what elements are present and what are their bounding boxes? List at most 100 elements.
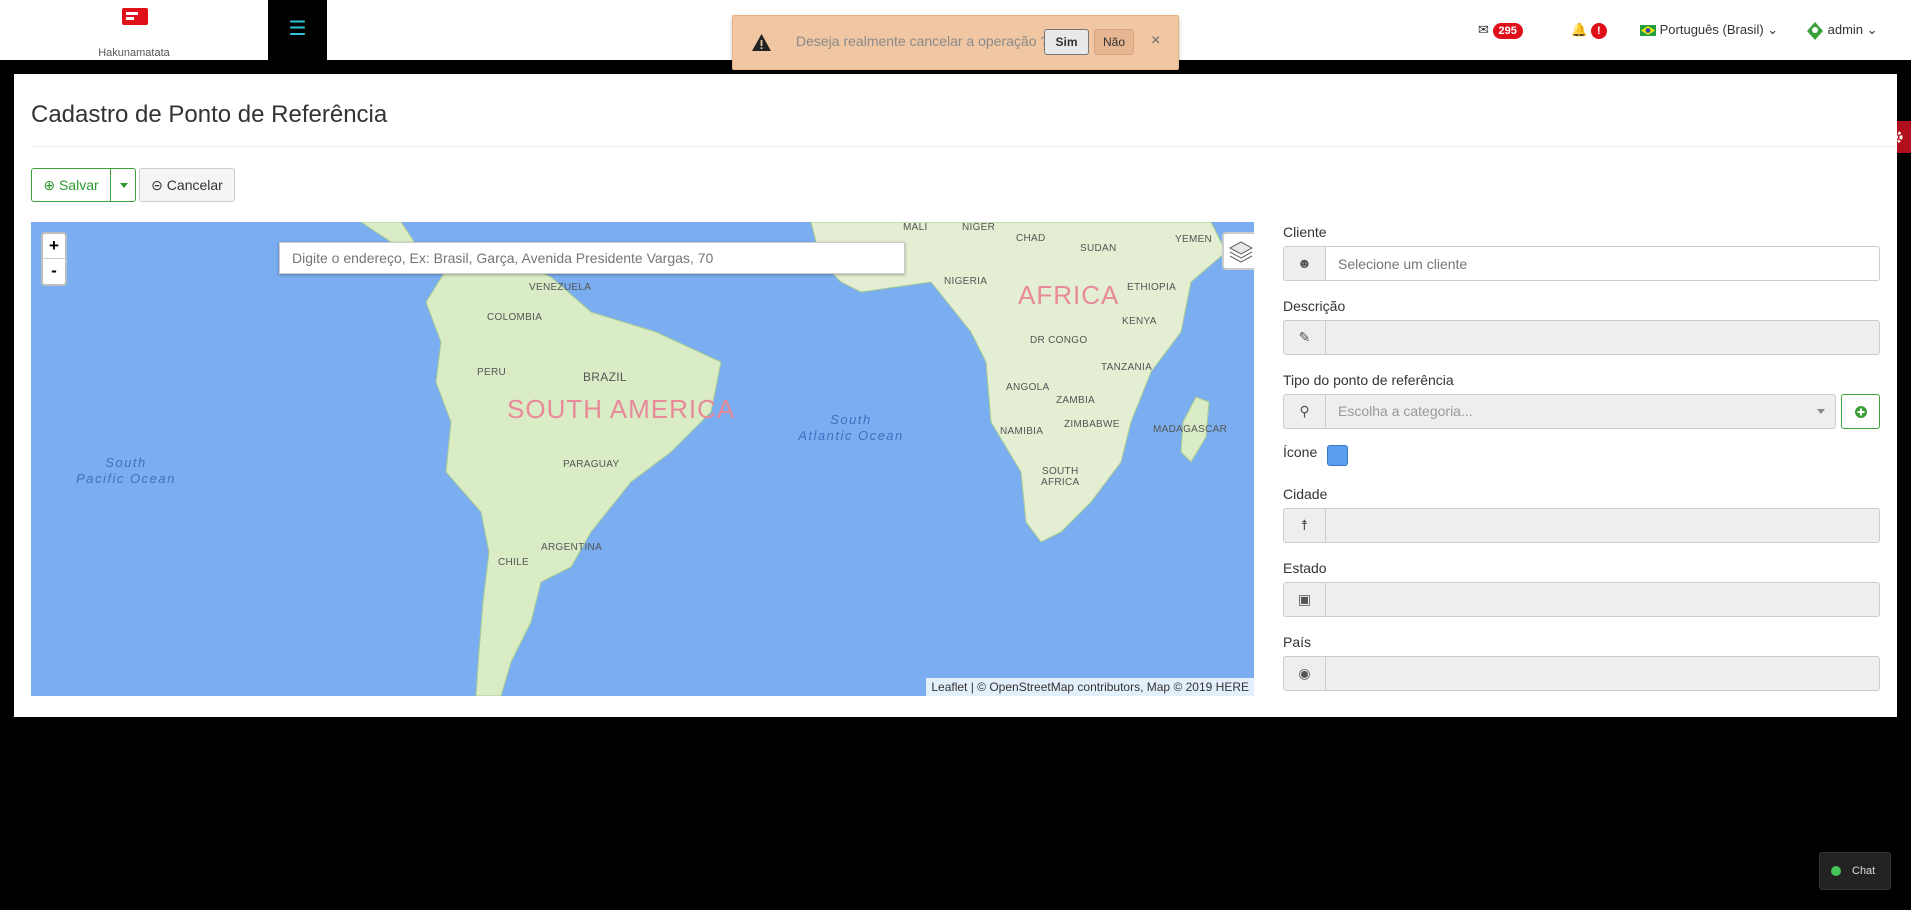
tipo-field: ⚲ Escolha a categoria... — [1283, 394, 1836, 429]
tipo-label: Tipo do ponto de referência — [1283, 372, 1454, 388]
map-label-south-pacific-line1: South — [105, 455, 147, 470]
cliente-input[interactable] — [1325, 246, 1880, 281]
cidade-label: Cidade — [1283, 486, 1328, 502]
edit-icon: ✎ — [1283, 320, 1326, 355]
map-label-paraguay: PARAGUAY — [563, 459, 620, 470]
map-icon: ▣ — [1283, 582, 1326, 617]
confirm-no-button[interactable]: Não — [1094, 29, 1134, 55]
estado-input[interactable] — [1325, 582, 1880, 617]
save-options-dropdown[interactable] — [110, 168, 136, 202]
zoom-out-button[interactable]: - — [43, 259, 65, 284]
tipo-select[interactable]: Escolha a categoria... — [1325, 394, 1836, 429]
map-label-south-america: SOUTH AMERICA — [507, 394, 736, 424]
notifications-badge: ! — [1590, 23, 1607, 39]
layers-icon — [1228, 241, 1254, 263]
cliente-label: Cliente — [1283, 224, 1327, 240]
tipo-select-value: Escolha a categoria... — [1338, 403, 1473, 419]
cidade-input[interactable] — [1325, 508, 1880, 543]
close-icon[interactable]: × — [1151, 32, 1160, 50]
map-label-south-africa: SOUTH AFRICA — [1041, 466, 1079, 488]
user-avatar-icon — [1807, 21, 1823, 40]
minus-circle-icon: ⊝ — [151, 177, 163, 193]
confirm-cancel-toast: Deseja realmente cancelar a operação ? S… — [732, 15, 1179, 70]
language-label: Português (Brasil) — [1659, 22, 1764, 37]
hamburger-icon: ☰ — [288, 18, 307, 40]
online-status-icon — [1831, 866, 1841, 876]
map-address-search-input[interactable] — [279, 242, 905, 274]
map-label-south-atlantic-line1: South — [830, 412, 872, 427]
user-menu[interactable]: admin ⌄ — [1806, 0, 1878, 60]
map-label-south-atlantic-line2: Atlantic Ocean — [798, 428, 904, 443]
messages-count-badge: 295 — [1492, 23, 1523, 39]
save-button[interactable]: ⊕ Salvar — [31, 168, 111, 202]
map-label-angola: ANGOLA — [1006, 382, 1050, 393]
map-label-madagascar: MADAGASCAR — [1153, 424, 1228, 435]
menu-toggle-button[interactable]: ☰ — [268, 0, 327, 60]
map-label-colombia: COLOMBIA — [487, 312, 543, 323]
map-label-mali: MALI — [903, 222, 928, 233]
chevron-down-icon: ⌄ — [1767, 22, 1779, 37]
map-label-dr-congo: DR CONGO — [1030, 335, 1088, 346]
map-label-south-africa-line1: SOUTH — [1041, 466, 1079, 477]
selected-marker-icon[interactable] — [1327, 445, 1348, 466]
map-marker-icon: ⚲ — [1283, 394, 1326, 429]
messages-button[interactable]: ✉ 295 — [1478, 0, 1523, 60]
map-label-south-africa-line2: AFRICA — [1041, 477, 1080, 488]
warning-icon — [752, 34, 771, 51]
plus-circle-icon: ⊕ — [43, 177, 56, 193]
notifications-button[interactable]: 🔔 ! — [1571, 0, 1607, 60]
map-label-argentina: ARGENTINA — [541, 542, 603, 553]
cancel-button[interactable]: ⊝ Cancelar — [139, 168, 235, 202]
descricao-input[interactable] — [1325, 320, 1880, 355]
map-label-africa: AFRICA — [1018, 280, 1120, 310]
add-category-button[interactable] — [1841, 394, 1880, 429]
estado-label: Estado — [1283, 560, 1327, 576]
descricao-field: ✎ — [1283, 320, 1880, 355]
caret-down-icon — [1817, 409, 1825, 414]
confirm-yes-button[interactable]: Sim — [1044, 29, 1089, 55]
divider — [31, 146, 1897, 147]
pais-label: País — [1283, 634, 1312, 650]
descricao-label: Descrição — [1283, 298, 1346, 314]
pais-input[interactable] — [1325, 656, 1880, 691]
brand-name: Hakunamatata — [98, 47, 170, 59]
map-label-chile: CHILE — [498, 557, 529, 568]
envelope-icon: ✉ — [1478, 22, 1489, 37]
map-label-sudan: SUDAN — [1080, 243, 1117, 254]
map-label-chad: CHAD — [1016, 233, 1046, 244]
brand[interactable]: Hakunamatata — [0, 0, 268, 60]
icone-label: Ícone — [1283, 444, 1318, 460]
pais-field: ◉ — [1283, 656, 1880, 691]
cancel-label: Cancelar — [166, 177, 223, 193]
main-panel: Cadastro de Ponto de Referência ⊕ Salvar… — [14, 74, 1897, 717]
map-label-niger: NIGER — [962, 222, 996, 233]
map-label-south-pacific-line2: Pacific Ocean — [76, 471, 176, 486]
map-label-south-atlantic: South Atlantic Ocean — [781, 412, 921, 444]
bell-icon: 🔔 — [1571, 22, 1588, 37]
language-selector[interactable]: Português (Brasil) ⌄ — [1640, 0, 1778, 60]
globe-icon: ◉ — [1283, 656, 1326, 691]
cidade-field: ☨ — [1283, 508, 1880, 543]
chat-button[interactable]: Chat — [1819, 852, 1891, 890]
brand-logo-icon — [122, 8, 148, 25]
estado-field: ▣ — [1283, 582, 1880, 617]
toast-message: Deseja realmente cancelar a operação ? — [796, 33, 1049, 49]
layers-button[interactable] — [1222, 232, 1254, 270]
map-label-ethiopia: ETHIOPIA — [1127, 282, 1177, 293]
map-label-south-pacific: South Pacific Ocean — [61, 455, 191, 487]
map-label-venezuela: VENEZUELA — [529, 282, 592, 293]
chat-label: Chat — [1852, 865, 1876, 877]
map-label-zambia: ZAMBIA — [1056, 395, 1096, 406]
map[interactable]: VENEZUELA COLOMBIA PERU BRAZIL PARAGUAY … — [31, 222, 1254, 696]
map-label-zimbabwe: ZIMBABWE — [1064, 419, 1120, 430]
save-label: Salvar — [58, 177, 99, 193]
attribution-text: | © OpenStreetMap contributors, Map © 20… — [967, 680, 1249, 694]
chevron-down-icon: ⌄ — [1866, 22, 1878, 37]
map-label-tanzania: TANZANIA — [1101, 362, 1153, 373]
user-circle-icon: ☻ — [1283, 246, 1326, 281]
zoom-in-button[interactable]: + — [43, 234, 65, 259]
leaflet-link[interactable]: Leaflet — [931, 680, 967, 694]
map-label-yemen: YEMEN — [1175, 234, 1213, 245]
map-label-nigeria: NIGERIA — [944, 276, 988, 287]
brazil-flag-icon — [1640, 25, 1656, 37]
